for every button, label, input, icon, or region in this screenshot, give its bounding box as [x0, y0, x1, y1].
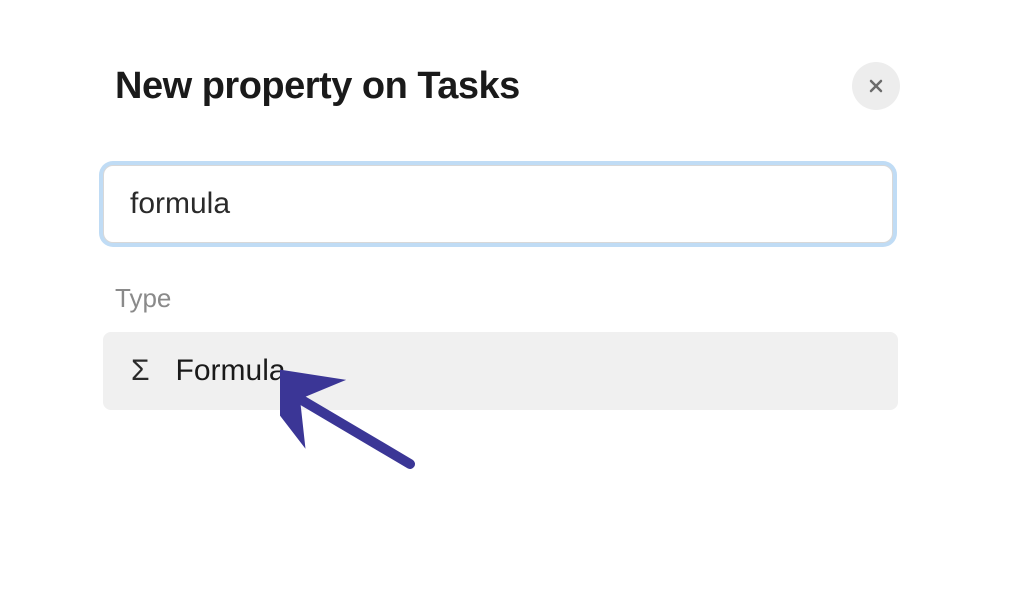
close-button[interactable]: [852, 62, 900, 110]
sigma-icon: Σ: [131, 354, 150, 388]
type-option-formula[interactable]: Σ Formula: [103, 332, 898, 410]
close-icon: [866, 76, 886, 96]
property-name-input-wrapper: [103, 165, 893, 243]
new-property-modal: New property on Tasks Type Σ Formula: [115, 62, 900, 410]
type-section-label: Type: [115, 283, 900, 314]
modal-header: New property on Tasks: [115, 62, 900, 110]
type-option-label: Formula: [176, 354, 286, 388]
modal-title: New property on Tasks: [115, 65, 520, 108]
property-name-input[interactable]: [103, 165, 893, 243]
